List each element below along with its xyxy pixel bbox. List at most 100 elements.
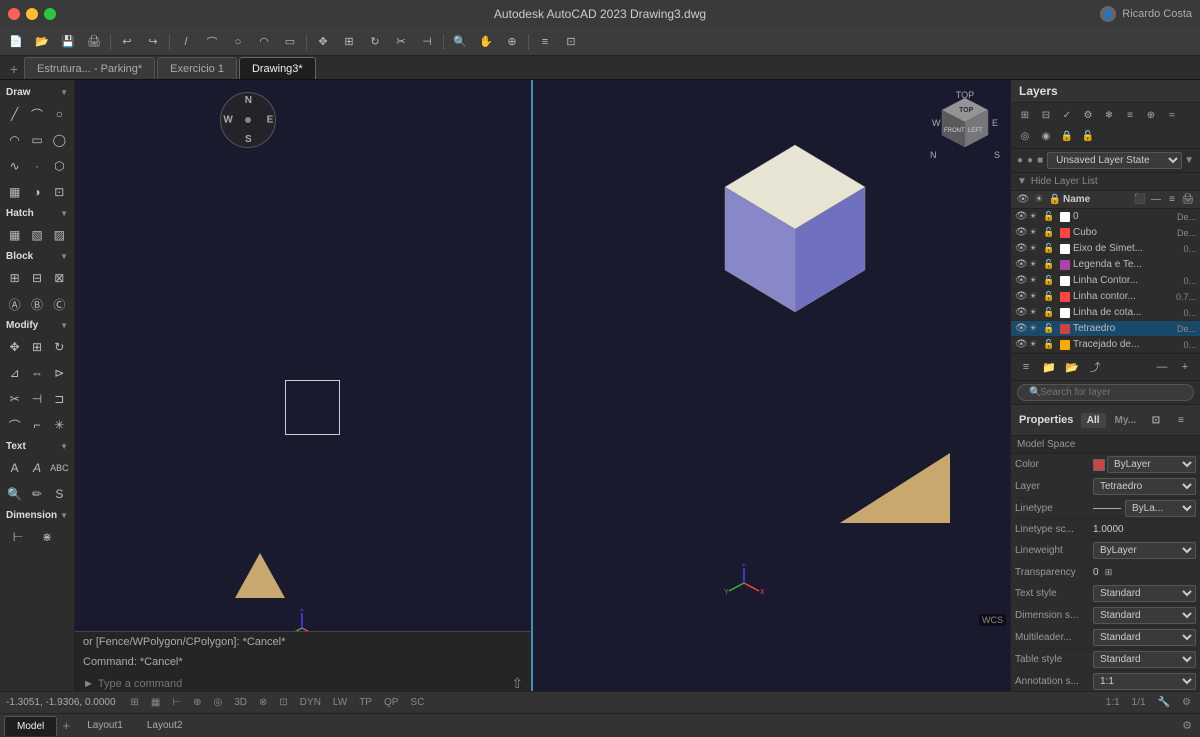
tablestyle-select[interactable]: Standard [1093, 651, 1196, 668]
multileader-select[interactable]: Standard [1093, 629, 1196, 646]
layer-eye-0[interactable]: 👁 [1015, 211, 1029, 222]
dimension-section-header[interactable]: Dimension ▼ [2, 507, 72, 524]
layer-color-lc1[interactable] [1060, 276, 1070, 286]
lineweight-select[interactable]: ByLayer [1093, 542, 1196, 559]
layer-color-eixo[interactable] [1060, 244, 1070, 254]
command-input[interactable] [98, 678, 512, 690]
region-tool-btn[interactable]: ⬡ [49, 154, 70, 178]
stretch-btn[interactable]: ⊐ [49, 387, 70, 411]
spell-btn[interactable]: ABC [49, 456, 70, 480]
layer-eye-lc2[interactable]: 👁 [1015, 291, 1029, 302]
arc-button[interactable]: ◠ [252, 31, 276, 53]
tab-drawing3[interactable]: Drawing3* [239, 57, 316, 79]
props-tab-all[interactable]: All [1081, 413, 1106, 428]
open-button[interactable]: 📂 [30, 31, 54, 53]
layer-prop-btn[interactable]: ≡ [1015, 356, 1037, 378]
undo-button[interactable]: ↩ [115, 31, 139, 53]
modify-section-header[interactable]: Modify ▼ [2, 317, 72, 334]
create-block-btn[interactable]: ⊟ [26, 266, 47, 290]
draw-section-header[interactable]: Draw ▼ [2, 84, 72, 101]
mirror-btn[interactable]: ⇔ [26, 361, 47, 385]
layer-eye-trac[interactable]: 👁 [1015, 339, 1029, 350]
rotate-button[interactable]: ↻ [363, 31, 387, 53]
hide-layer-list-toggle[interactable]: ▼ Hide Layer List [1011, 173, 1200, 191]
layer-newfolder-btn[interactable]: 📂 [1061, 356, 1083, 378]
tab-estrutura[interactable]: Estrutura... - Parking* [24, 57, 155, 79]
otrack-toggle[interactable]: ⊗ [256, 697, 270, 708]
scale-btn[interactable]: ⊿ [4, 361, 25, 385]
hatch-btn3[interactable]: ▨ [49, 223, 70, 247]
props-icon-btn2[interactable]: ≡ [1170, 409, 1192, 431]
dtext-btn[interactable]: A [26, 456, 47, 480]
style-btn[interactable]: S [49, 482, 70, 506]
layer-eye-cubo[interactable]: 👁 [1015, 227, 1029, 238]
layer-delete-btn[interactable]: ⊟ [1036, 105, 1056, 125]
line-tool-btn[interactable]: ╱ [4, 102, 25, 126]
layer-color-lcota[interactable] [1060, 308, 1070, 318]
layer-color-lc2[interactable] [1060, 292, 1070, 302]
layer-lock-lcota[interactable]: 🔓 [1043, 307, 1057, 318]
layer-color-0[interactable] [1060, 212, 1070, 222]
textedit-btn[interactable]: ✏ [26, 482, 47, 506]
layer-row-linhacota[interactable]: 👁 ☀ 🔓 Linha de cota... 0... [1011, 305, 1200, 321]
orbit-btn[interactable]: ⊕ [500, 31, 524, 53]
grid-toggle[interactable]: ▦ [148, 697, 163, 708]
layer-current-btn[interactable]: ✓ [1057, 105, 1077, 125]
layer-row-tetraedro[interactable]: 👁 ☀ 🔓 Tetraedro De... [1011, 321, 1200, 337]
layer-freeze-lc2[interactable]: ☀ [1029, 291, 1043, 302]
rect-button[interactable]: ▭ [278, 31, 302, 53]
layer-color-legenda[interactable] [1060, 260, 1070, 270]
layer-eye-legenda[interactable]: 👁 [1015, 259, 1029, 270]
layer-freeze-legenda[interactable]: ☀ [1029, 259, 1043, 270]
copy-button[interactable]: ⊞ [337, 31, 361, 53]
layer-row-0[interactable]: 👁 ☀ 🔓 0 De... [1011, 209, 1200, 225]
command-expand-btn[interactable]: ⇧ [511, 675, 523, 691]
extend-tool-btn[interactable]: ⊣ [26, 387, 47, 411]
layer-eye-tetra[interactable]: 👁 [1015, 323, 1029, 334]
move-tool-btn[interactable]: ✥ [4, 335, 25, 359]
layer-color-trac[interactable] [1060, 340, 1070, 350]
color-select[interactable]: ByLayer [1107, 456, 1196, 473]
dyn-toggle[interactable]: DYN [297, 697, 324, 708]
linetype-select[interactable]: ByLa... [1125, 500, 1196, 517]
layer-freeze-btn[interactable]: ❄ [1099, 105, 1119, 125]
layer-row-cubo[interactable]: 👁 ☀ 🔓 Cubo De... [1011, 225, 1200, 241]
layer-eye-lcota[interactable]: 👁 [1015, 307, 1029, 318]
layer-eye-lc1[interactable]: 👁 [1015, 275, 1029, 286]
ducs-toggle[interactable]: ⊡ [276, 697, 290, 708]
add-layout-btn[interactable]: + [57, 717, 75, 735]
layer-freeze-trac[interactable]: ☀ [1029, 339, 1043, 350]
layer-freeze-lcota[interactable]: ☀ [1029, 307, 1043, 318]
layer-minus-btn[interactable]: — [1151, 356, 1173, 378]
layer-isolate-btn[interactable]: ◎ [1015, 126, 1035, 146]
polar-toggle[interactable]: ⊕ [190, 697, 204, 708]
right-viewport[interactable]: TOP LEFT FRONT TOP W E N S [533, 80, 1010, 691]
props-icon-btn1[interactable]: ⊡ [1145, 409, 1167, 431]
transparency-toggle[interactable]: TP [356, 697, 375, 708]
layer-search-input[interactable] [1017, 384, 1194, 401]
rotate-tool-btn[interactable]: ↻ [49, 335, 70, 359]
layer-color-tetra[interactable] [1060, 324, 1070, 334]
spline-tool-btn[interactable]: ∿ [4, 154, 25, 178]
hatch-btn[interactable]: ▦ [4, 223, 25, 247]
save-button[interactable]: 💾 [56, 31, 80, 53]
insert-block-btn[interactable]: ⊞ [4, 266, 25, 290]
layer-state-select[interactable]: Unsaved Layer State [1047, 152, 1182, 169]
attdisp-btn[interactable]: Ⓑ [26, 292, 47, 316]
block-section-header[interactable]: Block ▼ [2, 248, 72, 265]
chamfer-btn[interactable]: ⌐ [26, 413, 47, 437]
redo-button[interactable]: ↪ [141, 31, 165, 53]
3dosnap-toggle[interactable]: 3D [231, 697, 250, 708]
hatch-section-header[interactable]: Hatch ▼ [2, 205, 72, 222]
annotscale-select[interactable]: 1:1 [1093, 673, 1196, 690]
boundary-tool-btn[interactable]: ⊡ [49, 180, 70, 204]
color-swatch[interactable] [1093, 459, 1105, 471]
dimstyle-select[interactable]: Standard [1093, 607, 1196, 624]
layer-plus-btn[interactable]: + [1174, 356, 1196, 378]
new-tab-button[interactable]: + [4, 59, 24, 79]
layer-lock-eixo[interactable]: 🔓 [1043, 243, 1057, 254]
customize-btn[interactable]: ⚙ [1179, 697, 1194, 708]
layer-color-cubo[interactable] [1060, 228, 1070, 238]
transparency-icon-btn[interactable]: ⊞ [1101, 564, 1117, 580]
layer-match-btn[interactable]: ≈ [1162, 105, 1182, 125]
